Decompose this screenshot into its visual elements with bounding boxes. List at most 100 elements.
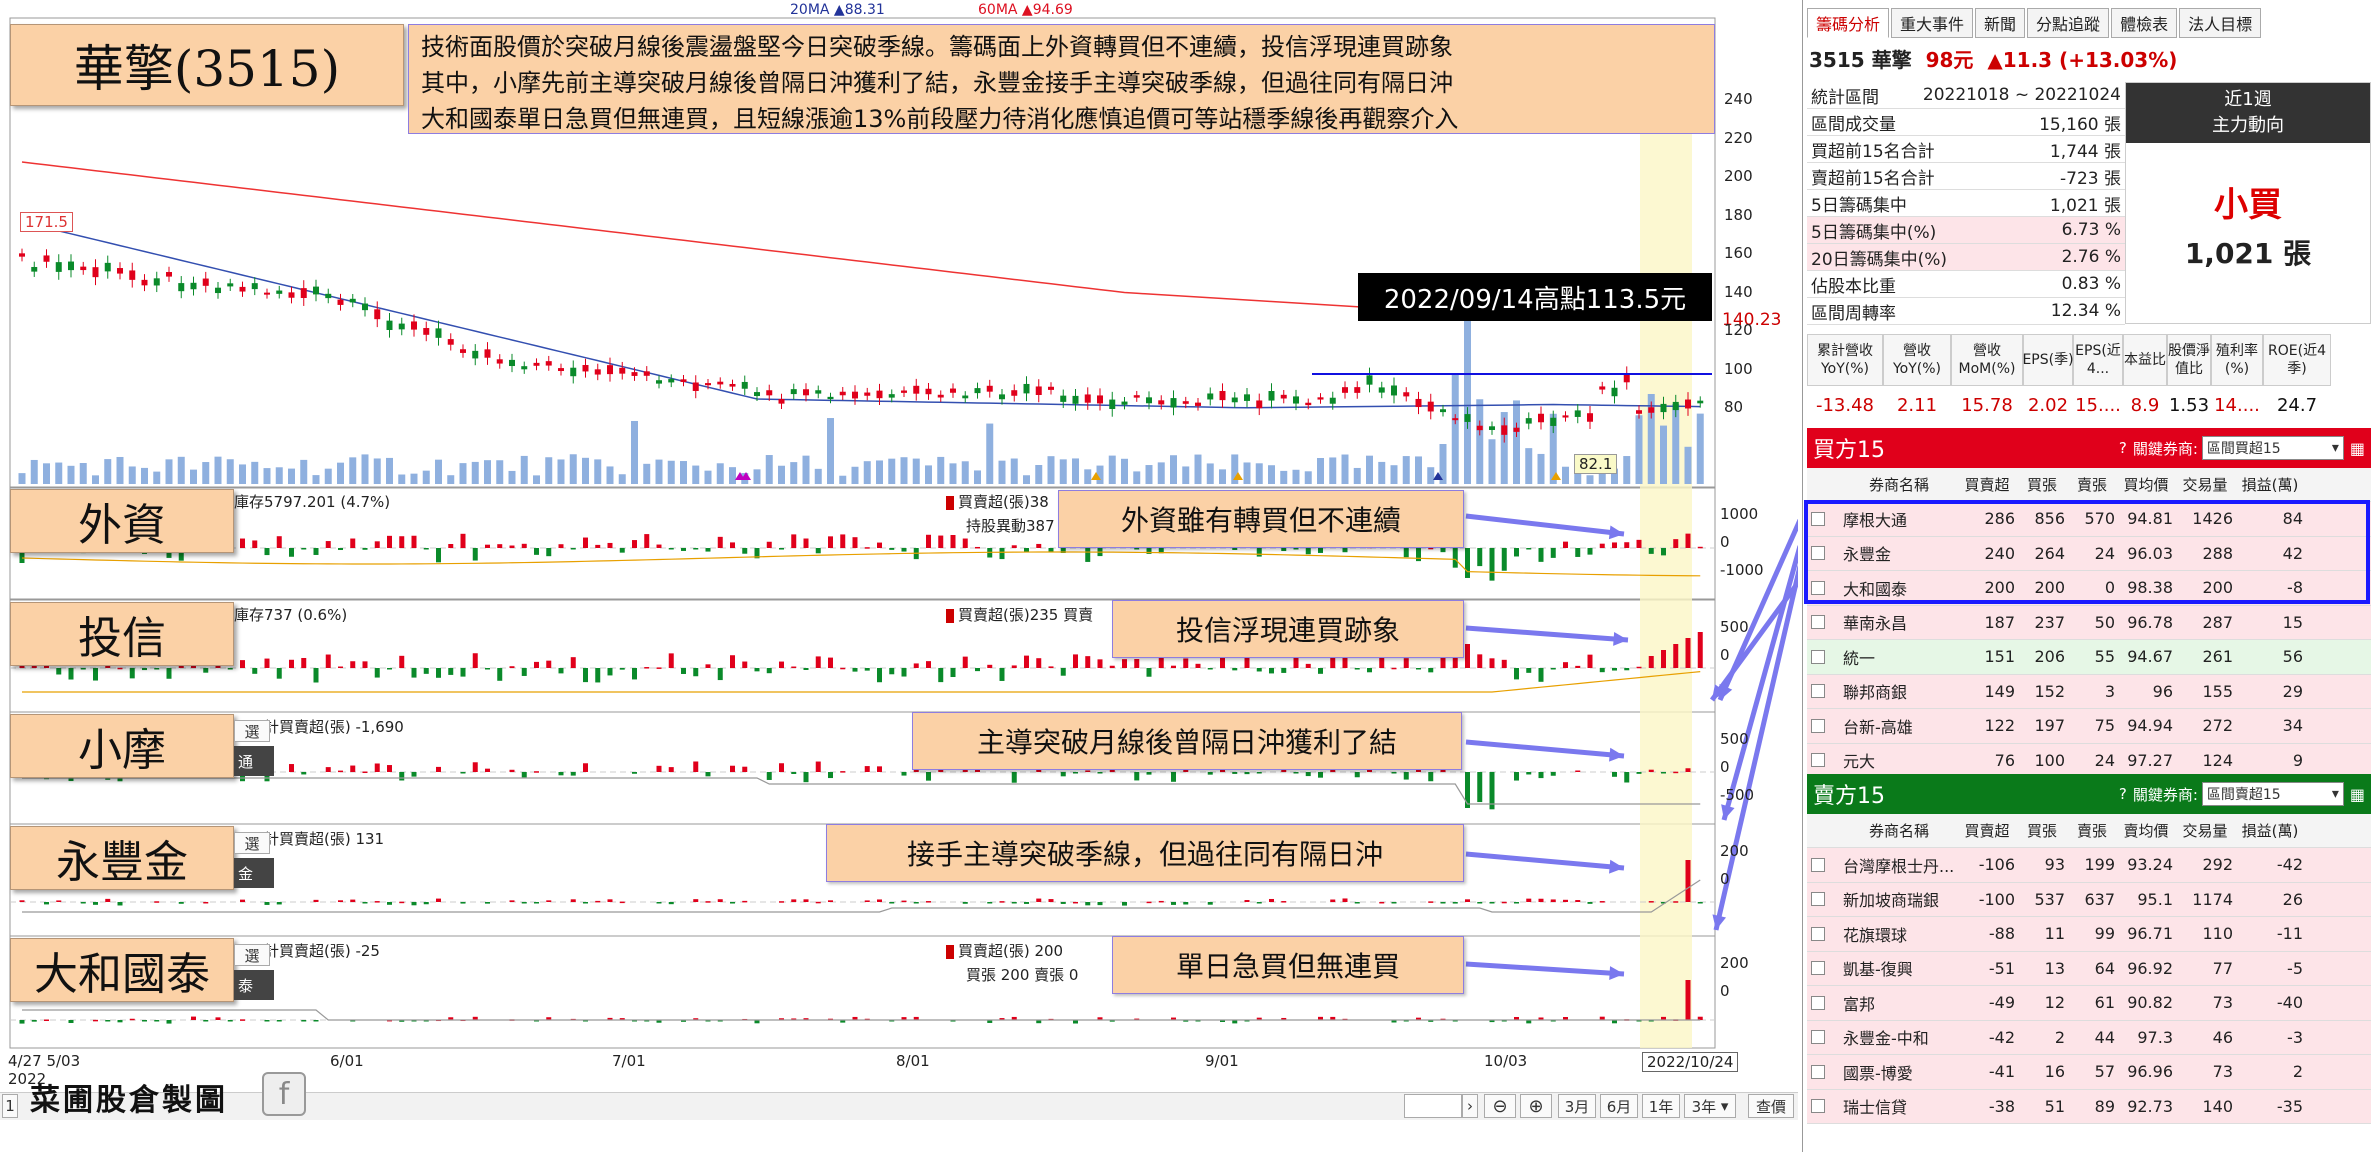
flow-bar xyxy=(1403,772,1409,780)
broker-name: 聯邦商銀 xyxy=(1843,683,1908,703)
row-checkbox[interactable] xyxy=(1811,684,1825,699)
table-row[interactable]: 國票-博愛 -41 16 57 96.96 73 2 xyxy=(1807,1055,2371,1090)
tab-5[interactable]: 法人目標 xyxy=(2179,8,2262,38)
table-row[interactable]: 永豐金-中和 -42 2 44 97.3 46 -3 xyxy=(1807,1020,2371,1055)
cell: 12 xyxy=(2044,993,2065,1013)
table-row[interactable]: 瑞士信貸 -38 51 89 92.73 140 -35 xyxy=(1807,1089,2371,1124)
column-header[interactable]: 買賣超 xyxy=(1959,820,2019,841)
row-checkbox[interactable] xyxy=(1811,649,1825,664)
row-checkbox[interactable] xyxy=(1811,615,1825,630)
tab-3[interactable]: 分點追蹤 xyxy=(2027,8,2110,38)
broker-select-button[interactable]: 選 xyxy=(234,720,270,742)
column-header[interactable]: 買張 xyxy=(2019,820,2069,841)
help-icon[interactable]: ? xyxy=(2119,785,2127,803)
period-3y-button[interactable]: 3年 ▾ xyxy=(1684,1094,1736,1118)
flow-bar xyxy=(1256,668,1262,672)
period-6m-button[interactable]: 6月 xyxy=(1600,1094,1638,1118)
row-checkbox[interactable] xyxy=(1811,1030,1825,1045)
candle-body xyxy=(288,292,295,298)
table-row[interactable]: 台灣摩根士丹... -106 93 199 93.24 292 -42 xyxy=(1807,848,2371,883)
row-checkbox[interactable] xyxy=(1811,995,1825,1010)
column-header[interactable]: 交易量 xyxy=(2177,474,2237,495)
column-header[interactable]: 買均價 xyxy=(2119,474,2177,495)
fin-head: EPS(近4... xyxy=(2073,334,2123,386)
table-row[interactable]: 統一 151 206 55 94.67 261 56 xyxy=(1807,640,2371,675)
flow-bar xyxy=(374,541,380,548)
table-row[interactable]: 凱基-復興 -51 13 64 96.92 77 -5 xyxy=(1807,951,2371,986)
flow-bar xyxy=(742,661,748,668)
volume-bar xyxy=(373,458,381,484)
flow-bar xyxy=(1416,548,1421,562)
period-1y-button[interactable]: 1年 xyxy=(1642,1094,1680,1118)
table-row[interactable]: 華南永昌 187 237 50 96.78 287 15 xyxy=(1807,605,2371,640)
volume-bar xyxy=(1182,466,1190,484)
table-row[interactable]: 富邦 -49 12 61 90.82 73 -40 xyxy=(1807,986,2371,1021)
row-checkbox[interactable] xyxy=(1811,961,1825,976)
date-input[interactable] xyxy=(1404,1094,1462,1118)
row-checkbox[interactable] xyxy=(1811,926,1825,941)
row-checkbox[interactable] xyxy=(1811,718,1825,733)
flow-bar xyxy=(411,772,417,777)
flow-bar xyxy=(1244,772,1250,775)
candle-body xyxy=(1501,425,1508,435)
period-3y-label: 3年 xyxy=(1691,1097,1717,1116)
tab-1[interactable]: 重大事件 xyxy=(1891,8,1974,38)
table-row[interactable]: 花旗環球 -88 11 99 96.71 110 -11 xyxy=(1807,917,2371,952)
volume-bar xyxy=(533,475,540,484)
row-checkbox[interactable] xyxy=(1811,1099,1825,1114)
cell: 44 xyxy=(2094,1027,2115,1047)
row-checkbox[interactable] xyxy=(1811,857,1825,872)
flow-bar xyxy=(215,1017,221,1020)
candle-body xyxy=(460,349,466,353)
column-header[interactable]: 買賣超 xyxy=(1959,474,2019,495)
column-header[interactable]: 損益(萬) xyxy=(2237,820,2307,841)
volume-bar xyxy=(655,459,663,484)
candle-body xyxy=(435,328,442,338)
zoom-in-icon[interactable]: ⊕ xyxy=(1520,1094,1552,1118)
flow-bar xyxy=(117,1020,123,1023)
table-row[interactable]: 元大 76 100 24 97.27 124 9 xyxy=(1807,743,2371,778)
flow-bar xyxy=(791,772,797,774)
volume-bar xyxy=(1206,463,1214,484)
column-header[interactable]: 賣張 xyxy=(2069,820,2119,841)
flow-bar xyxy=(1648,656,1654,668)
grid-icon[interactable]: ▦ xyxy=(2350,785,2365,804)
column-header[interactable]: 買張 xyxy=(2019,474,2069,495)
help-icon[interactable]: ? xyxy=(2119,439,2127,457)
buy-range-select[interactable]: 區間買超15 ▾ xyxy=(2201,436,2344,460)
period-3m-button[interactable]: 3月 xyxy=(1558,1094,1596,1118)
table-row[interactable]: 台新-高雄 122 197 75 94.94 272 34 xyxy=(1807,709,2371,744)
row-checkbox[interactable] xyxy=(1811,1064,1825,1079)
cell: 110 xyxy=(2202,924,2233,944)
table-row[interactable]: 聯邦商銀 149 152 3 96 155 29 xyxy=(1807,674,2371,709)
column-header[interactable]: 券商名稱 xyxy=(1833,474,1959,495)
grid-icon[interactable]: ▦ xyxy=(2350,439,2365,458)
row-checkbox[interactable] xyxy=(1811,753,1825,768)
column-header[interactable]: 賣張 xyxy=(2069,474,2119,495)
volume-bar xyxy=(716,463,724,484)
zoom-out-icon[interactable]: ⊖ xyxy=(1484,1094,1516,1118)
scroll-right-icon[interactable]: › xyxy=(1462,1094,1478,1118)
sell-range-select[interactable]: 區間賣超15 ▾ xyxy=(2201,782,2344,806)
table-row[interactable]: 新加坡商瑞銀 -100 537 637 95.1 1174 26 xyxy=(1807,882,2371,917)
column-header[interactable]: 券商名稱 xyxy=(1833,820,1959,841)
cell: 77 xyxy=(2212,958,2233,978)
tab-2[interactable]: 新聞 xyxy=(1975,8,2026,38)
broker-select-button[interactable]: 選 xyxy=(234,944,270,966)
flow-bar xyxy=(705,901,711,903)
flow-bar xyxy=(325,541,331,548)
cell: 76 xyxy=(1994,750,2015,770)
volume-bar xyxy=(1084,469,1092,484)
tab-0[interactable]: 籌碼分析 xyxy=(1807,8,1890,38)
column-header[interactable]: 賣均價 xyxy=(2119,820,2177,841)
column-header[interactable]: 交易量 xyxy=(2177,820,2237,841)
candle-body xyxy=(1305,402,1312,406)
volume-bar xyxy=(263,468,271,484)
row-checkbox[interactable] xyxy=(1811,892,1825,907)
broker-select-button[interactable]: 選 xyxy=(234,832,270,854)
column-header[interactable]: 損益(萬) xyxy=(2237,474,2307,495)
flow-bar xyxy=(1048,666,1054,668)
query-price-button[interactable]: 查價 xyxy=(1748,1094,1794,1118)
tab-4[interactable]: 體檢表 xyxy=(2111,8,2178,38)
flow-bar xyxy=(766,541,772,548)
